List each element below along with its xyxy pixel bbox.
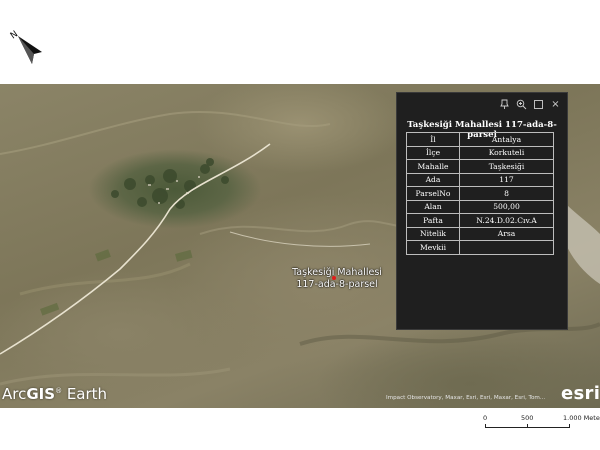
table-row: Mevkii (406, 240, 554, 255)
pin-icon[interactable] (499, 99, 510, 110)
map-view[interactable]: Taşkesiği Mahallesi 117-ada-8-parsel × T… (0, 84, 600, 408)
attr-key: Pafta (406, 213, 460, 228)
zoom-to-icon[interactable] (516, 99, 527, 110)
parcel-label-line2: 117-ada-8-parsel (296, 279, 378, 290)
attribution-text[interactable]: Impact Observatory, Maxar, Esri, Esri, M… (386, 395, 545, 401)
attr-key: Mahalle (406, 159, 460, 174)
scale-label: 0 (483, 414, 488, 422)
scale-bar: 0 500 1.000 Mete (483, 414, 600, 434)
attr-value (459, 240, 554, 255)
scale-label: 1.000 Mete (563, 414, 600, 422)
attr-key: Mevkii (406, 240, 460, 255)
feature-popup: × Taşkesiği Mahallesi 117-ada-8-parsel İ… (396, 92, 568, 330)
table-row: İlçe Korkuteli (406, 145, 554, 160)
parcel-pin-icon[interactable] (332, 276, 336, 280)
table-row: Pafta N.24.D.02.Cıv.A (406, 213, 554, 228)
table-row: İl Antalya (406, 132, 554, 147)
logo-part: Earth (62, 385, 108, 403)
attr-value: Antalya (459, 132, 554, 147)
attr-value: 117 (459, 172, 554, 187)
scale-label: 500 (521, 414, 534, 422)
attr-value: Arsa (459, 226, 554, 241)
attr-value: N.24.D.02.Cıv.A (459, 213, 554, 228)
table-row: Ada 117 (406, 172, 554, 187)
scale-tick (485, 424, 486, 428)
attr-value: Taşkesiği (459, 159, 554, 174)
maximize-icon[interactable] (533, 99, 544, 110)
attr-value: 500,00 (459, 199, 554, 214)
attribute-table: İl Antalya İlçe Korkuteli Mahalle Taşkesiği… (406, 132, 554, 255)
parcel-label[interactable]: Taşkesiği Mahallesi 117-ada-8-parsel (292, 267, 382, 291)
north-arrow[interactable]: N (6, 26, 50, 70)
logo-part: ® (55, 387, 63, 395)
attr-value: 8 (459, 186, 554, 201)
popup-toolbar: × (499, 99, 561, 110)
attr-value: Korkuteli (459, 145, 554, 160)
attr-key: İl (406, 132, 460, 147)
arcgis-earth-logo: ArcGIS® Earth (2, 385, 107, 403)
attr-key: Alan (406, 199, 460, 214)
table-row: Alan 500,00 (406, 199, 554, 214)
north-arrow-icon: N (9, 29, 42, 64)
table-row: ParselNo 8 (406, 186, 554, 201)
close-icon[interactable]: × (550, 99, 561, 110)
attr-key: Ada (406, 172, 460, 187)
table-row: Nitelik Arsa (406, 226, 554, 241)
attr-key: ParselNo (406, 186, 460, 201)
north-letter: N (9, 29, 20, 41)
logo-part: GIS (26, 385, 56, 403)
attr-key: Nitelik (406, 226, 460, 241)
logo-part: Arc (2, 385, 27, 403)
scale-tick (527, 424, 528, 428)
scale-tick (569, 424, 570, 428)
esri-logo: esri (561, 383, 600, 404)
table-row: Mahalle Taşkesiği (406, 159, 554, 174)
parcel-label-line1: Taşkesiği Mahallesi (292, 267, 382, 278)
attr-key: İlçe (406, 145, 460, 160)
